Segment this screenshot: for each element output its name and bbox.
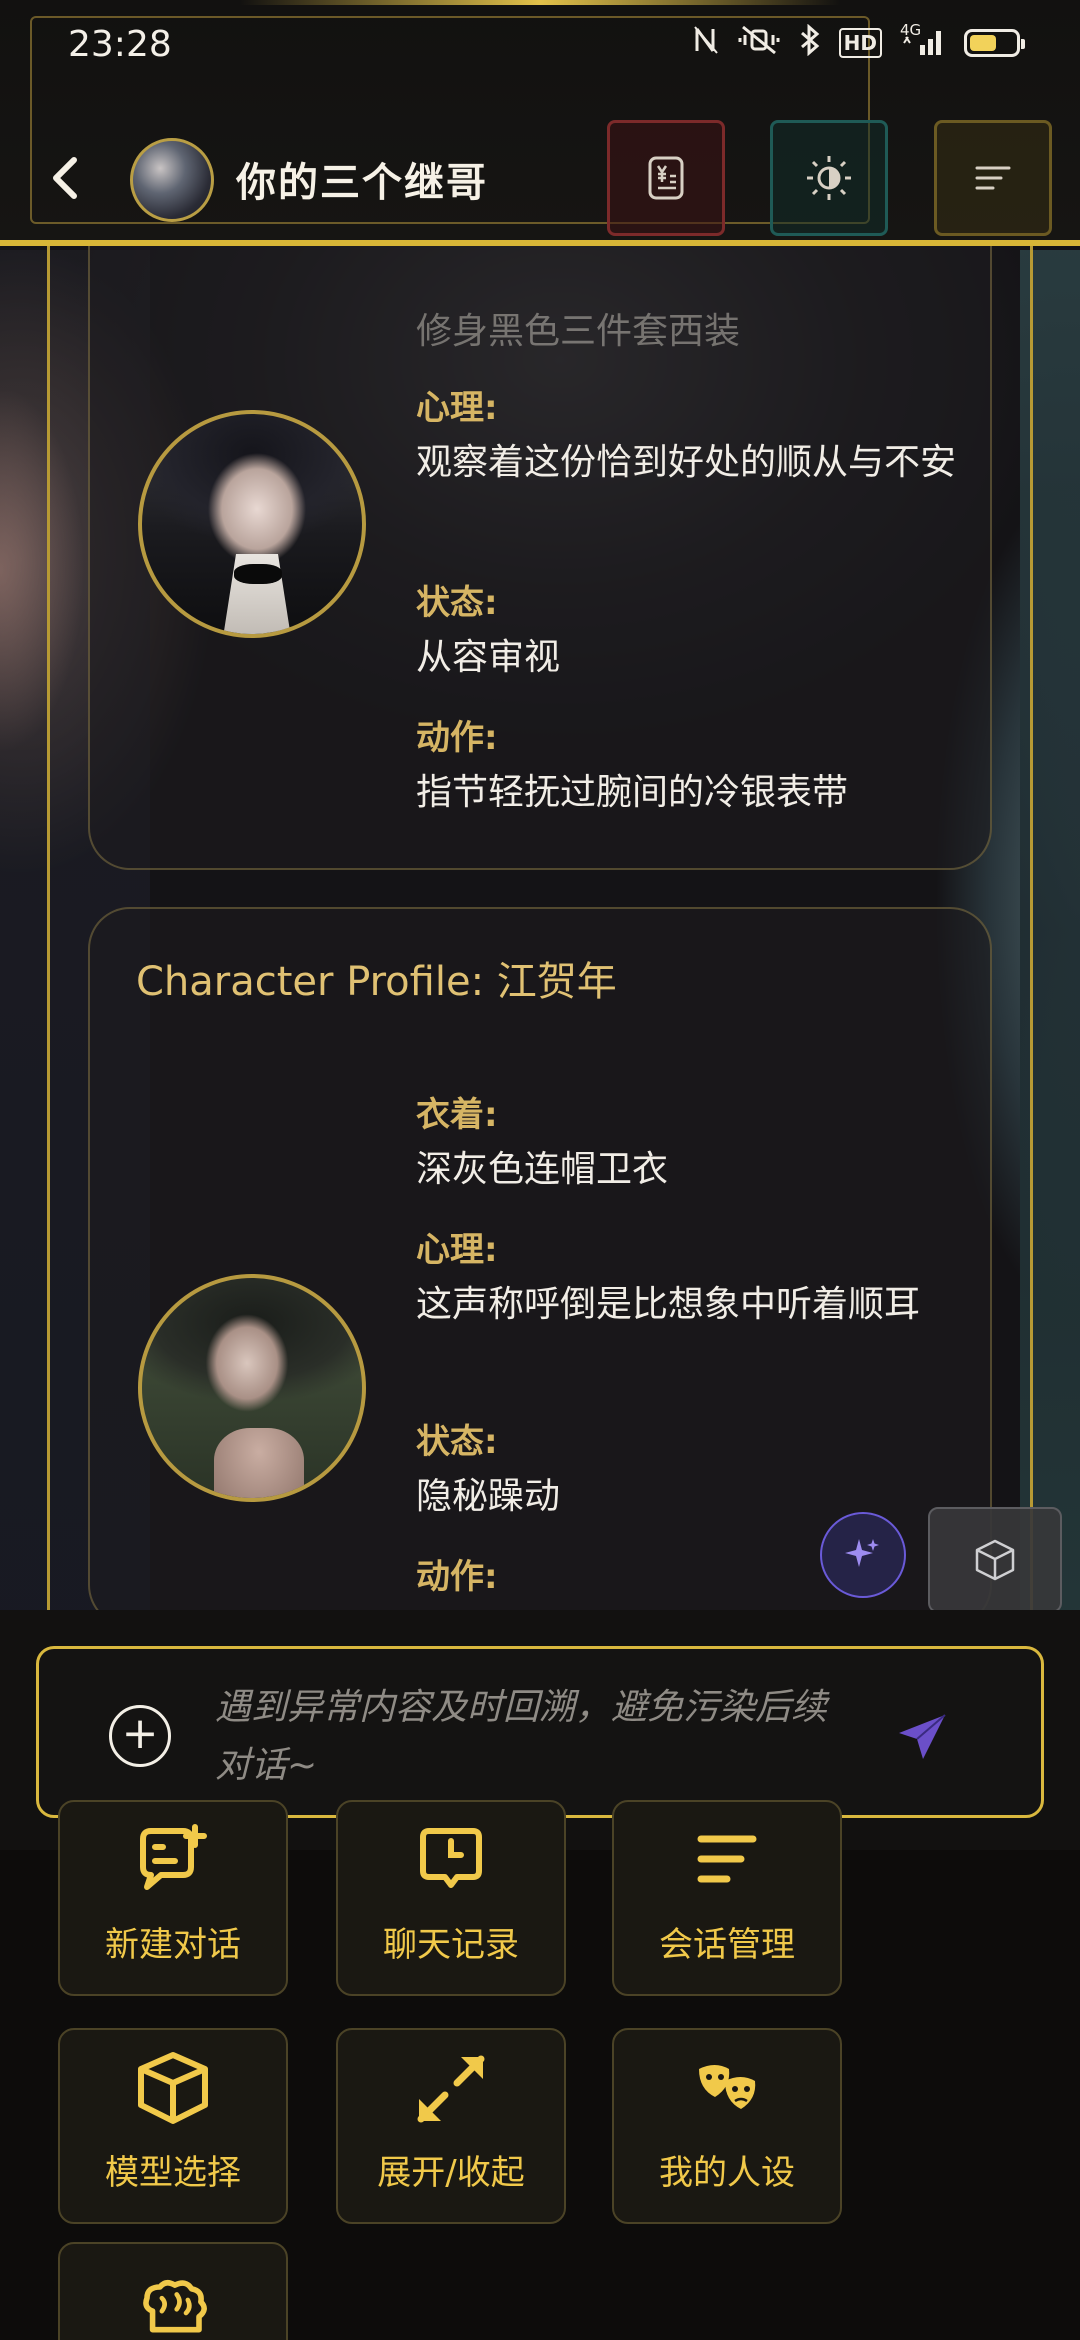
- yen-card-icon: [648, 156, 684, 200]
- box-button[interactable]: [928, 1507, 1062, 1613]
- cube-icon: [975, 1539, 1015, 1581]
- chat-avatar[interactable]: [130, 138, 214, 222]
- bluetooth-icon: [799, 23, 821, 62]
- card1-faded-line: 修身黑色三件套西装: [416, 311, 741, 352]
- character-card-1: 修身黑色三件套西装 心理: 观察着这份恰到好处的顺从与不安 状态: 从容审视 动…: [88, 220, 992, 870]
- frame-line-left: [47, 246, 50, 1610]
- history-icon: [420, 1828, 482, 1888]
- nfc-icon: [693, 25, 719, 61]
- mute-vibrate-icon: [737, 25, 781, 61]
- plus-icon: +: [121, 1708, 159, 1759]
- card2-field-clothing: 衣着: 深灰色连帽卫衣: [416, 1087, 956, 1200]
- back-button[interactable]: [40, 150, 90, 206]
- field-label: 动作:: [416, 718, 498, 758]
- field-value: 指节轻抚过腕间的冷银表带: [416, 772, 849, 813]
- new-chat-button[interactable]: 新建对话: [58, 1800, 288, 1996]
- status-time: 23:28: [68, 24, 172, 65]
- brightness-icon: [807, 156, 851, 200]
- card1-field-psychology: 心理: 观察着这份恰到好处的顺从与不安: [416, 380, 956, 493]
- field-label: 衣着:: [416, 1095, 498, 1135]
- header-divider: [0, 240, 1080, 246]
- background-art-right: [1020, 250, 1080, 1610]
- expand-collapse-button[interactable]: 展开/收起: [336, 2028, 566, 2224]
- battery-icon: [964, 29, 1025, 57]
- sparkle-button[interactable]: [820, 1512, 906, 1598]
- field-value: 深灰色连帽卫衣: [416, 1149, 669, 1190]
- chat-history-button[interactable]: 聊天记录: [336, 1800, 566, 1996]
- menu-icon: [975, 166, 1011, 190]
- menu-button[interactable]: [934, 120, 1052, 236]
- expand-icon: [417, 2055, 485, 2123]
- tool-label: 聊天记录: [383, 1925, 519, 1965]
- new-chat-icon: [140, 1824, 207, 1890]
- tool-label: 新建对话: [105, 1925, 241, 1965]
- brain-tool-button[interactable]: [58, 2242, 288, 2340]
- app-header: 23:28 HD 4G 你的三个继哥: [0, 0, 1080, 240]
- message-input[interactable]: + 遇到异常内容及时回溯，避免污染后续对话~: [36, 1646, 1044, 1818]
- session-manage-button[interactable]: 会话管理: [612, 1800, 842, 1996]
- field-label: 心理:: [416, 1230, 498, 1270]
- brain-icon: [143, 2280, 207, 2333]
- character-portrait-2[interactable]: [138, 1274, 366, 1502]
- chat-title: 你的三个继哥: [236, 160, 488, 206]
- send-button[interactable]: [889, 1705, 953, 1769]
- sparkle-icon: [845, 1539, 879, 1567]
- recharge-button[interactable]: [607, 120, 725, 236]
- cube-icon: [138, 2052, 208, 2124]
- field-label: 心理:: [416, 388, 498, 428]
- portrait-figure: [214, 1428, 304, 1498]
- header-glow: [240, 0, 840, 5]
- field-label: 状态:: [416, 1422, 498, 1462]
- card2-field-psychology: 心理: 这声称呼倒是比想象中听着顺耳: [416, 1222, 956, 1335]
- input-placeholder: 遇到异常内容及时回溯，避免污染后续对话~: [215, 1687, 828, 1786]
- tool-label: 展开/收起: [377, 2153, 525, 2193]
- tool-label: 我的人设: [659, 2153, 795, 2193]
- tools-panel: 新建对话 聊天记录 会话管理 模型选择 展开/收起 我的人设: [0, 1800, 1080, 2340]
- character-portrait-1[interactable]: [138, 410, 366, 638]
- card2-field-state: 状态: 隐秘躁动: [416, 1414, 956, 1527]
- tool-label: 模型选择: [105, 2153, 241, 2193]
- card1-field-action: 动作: 指节轻抚过腕间的冷银表带: [416, 710, 956, 823]
- model-select-button[interactable]: 模型选择: [58, 2028, 288, 2224]
- network-type: 4G: [900, 21, 922, 39]
- add-attachment-button[interactable]: +: [109, 1705, 171, 1767]
- hd-badge: HD: [838, 28, 882, 58]
- signal-icon: 4G: [900, 21, 946, 61]
- tool-label: 会话管理: [659, 1925, 795, 1965]
- card1-field-state: 状态: 从容审视: [416, 575, 956, 688]
- character-profile-title: Character Profile: 江贺年: [136, 959, 617, 1005]
- my-persona-button[interactable]: 我的人设: [612, 2028, 842, 2224]
- field-label: 状态:: [416, 583, 498, 623]
- field-value: 这声称呼倒是比想象中听着顺耳: [416, 1284, 921, 1325]
- status-icons: HD 4G: [693, 21, 1025, 62]
- portrait-bowtie: [234, 564, 282, 584]
- brightness-button[interactable]: [770, 120, 888, 236]
- field-value: 观察着这份恰到好处的顺从与不安: [416, 442, 957, 483]
- manage-icon: [697, 1835, 757, 1883]
- frame-line-right: [1030, 246, 1033, 1610]
- masks-icon: [699, 2065, 756, 2109]
- send-icon: [899, 1714, 946, 1759]
- chevron-left-icon: [53, 157, 77, 199]
- field-value: 从容审视: [416, 637, 561, 678]
